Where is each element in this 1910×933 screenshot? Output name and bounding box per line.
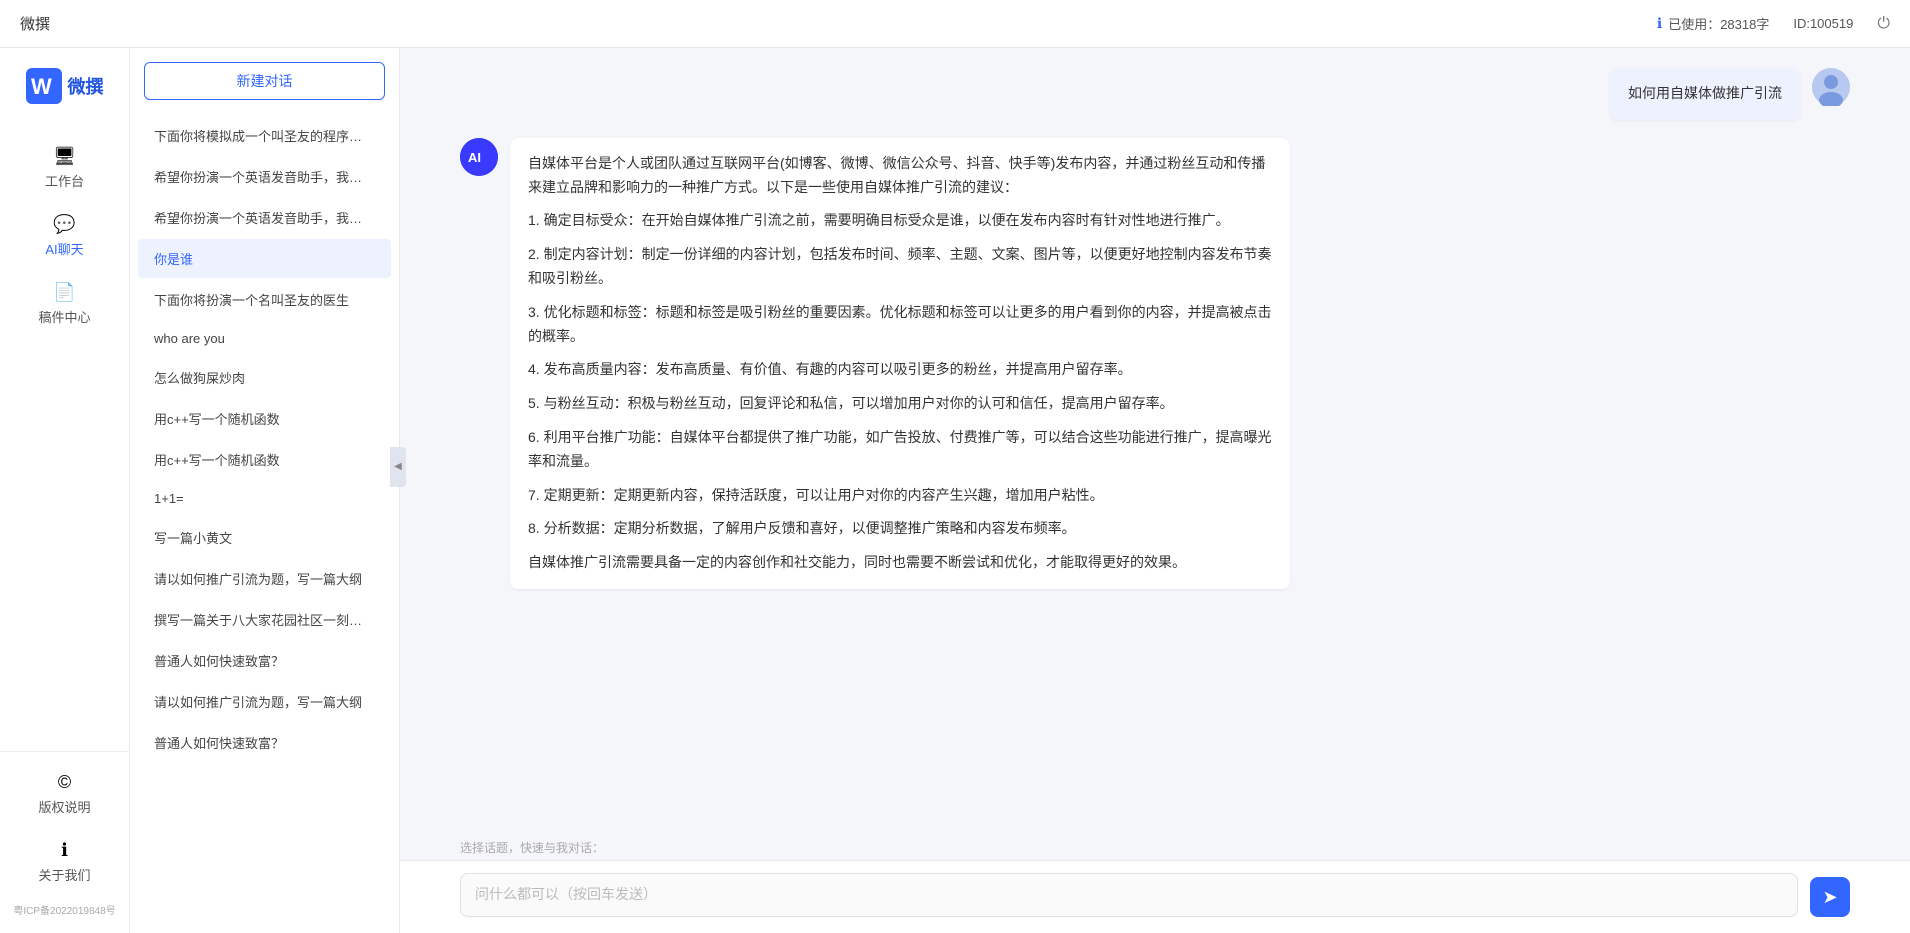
list-item[interactable]: 你是谁 [138, 239, 391, 278]
ai-para-5: 5. 与粉丝互动：积极与粉丝互动，回复评论和私信，可以增加用户对你的认可和信任，… [528, 392, 1272, 416]
nav-bottom: © 版权说明 ℹ 关于我们 粤ICP备2022019848号 [0, 751, 129, 923]
input-area: ➤ [400, 860, 1910, 933]
sidebar-item-about[interactable]: ℹ 关于我们 [0, 828, 129, 896]
list-item[interactable]: 1+1= [138, 481, 391, 516]
ai-para-3: 3. 优化标题和标签：标题和标签是吸引粉丝的重要因素。优化标题和标签可以让更多的… [528, 301, 1272, 349]
ai-message-content: 自媒体平台是个人或团队通过互联网平台(如博客、微博、微信公众号、抖音、快手等)发… [528, 152, 1272, 575]
ai-para-8: 8. 分析数据：定期分析数据，了解用户反馈和喜好，以便调整推广策略和内容发布频率… [528, 517, 1272, 541]
send-icon: ➤ [1822, 887, 1837, 908]
chat-input[interactable] [460, 873, 1798, 917]
topbar-usage: ℹ 已使用：28318字 [1657, 14, 1769, 33]
ai-message-bubble: 自媒体平台是个人或团队通过互联网平台(如博客、微博、微信公众号、抖音、快手等)发… [510, 138, 1290, 589]
conv-list: 下面你将模拟成一个叫圣友的程序员，我说... 希望你扮演一个英语发音助手，我提供… [130, 110, 399, 933]
new-conversation-button[interactable]: 新建对话 [144, 62, 385, 100]
copyright-label: 版权说明 [38, 797, 90, 816]
ai-chat-icon: 💬 [53, 214, 75, 235]
info-icon: ℹ [1657, 15, 1662, 32]
list-item[interactable]: 怎么做狗屎炒肉 [138, 358, 391, 397]
sidebar-item-workbench[interactable]: 🖥 工作台 [0, 134, 129, 202]
message-row-ai: AI 自媒体平台是个人或团队通过互联网平台(如博客、微博、微信公众号、抖音、快手… [460, 138, 1850, 589]
logo-text: 微撰 [68, 73, 104, 99]
user-avatar [1812, 68, 1850, 106]
about-label: 关于我们 [38, 865, 90, 884]
list-item[interactable]: 写一篇小黄文 [138, 518, 391, 557]
components-icon: 📄 [53, 282, 75, 303]
sidebar-collapse-button[interactable]: ◀ [390, 447, 406, 487]
list-item[interactable]: 请以如何推广引流为题，写一篇大纲 [138, 559, 391, 598]
sidebar-item-ai-chat[interactable]: 💬 AI聊天 [0, 202, 129, 270]
ai-para-9: 自媒体推广引流需要具备一定的内容创作和社交能力，同时也需要不断尝试和优化，才能取… [528, 551, 1272, 575]
ai-chat-label: AI聊天 [45, 239, 83, 258]
topbar: 微撰 ℹ 已使用：28318字 ID:100519 ⏻ [0, 0, 1910, 48]
list-item[interactable]: who are you [138, 321, 391, 356]
power-icon[interactable]: ⏻ [1877, 15, 1890, 33]
logo-icon: W [26, 68, 62, 104]
user-message-text: 如何用自媒体做推广引流 [1628, 85, 1782, 101]
conv-sidebar: 新建对话 下面你将模拟成一个叫圣友的程序员，我说... 希望你扮演一个英语发音助… [130, 48, 400, 933]
ai-para-4: 4. 发布高质量内容：发布高质量、有价值、有趣的内容可以吸引更多的粉丝，并提高用… [528, 358, 1272, 382]
main-layout: W 微撰 🖥 工作台 💬 AI聊天 📄 稿件中心 © 版权说明 [0, 48, 1910, 933]
topbar-title: 微撰 [20, 13, 50, 34]
list-item[interactable]: 下面你将模拟成一个叫圣友的程序员，我说... [138, 116, 391, 155]
left-nav: W 微撰 🖥 工作台 💬 AI聊天 📄 稿件中心 © 版权说明 [0, 48, 130, 933]
svg-text:W: W [31, 74, 52, 99]
list-item[interactable]: 希望你扮演一个英语发音助手，我提供给你... [138, 198, 391, 237]
ai-para-6: 6. 利用平台推广功能：自媒体平台都提供了推广功能，如广告投放、付费推广等，可以… [528, 426, 1272, 474]
ai-para-7: 7. 定期更新：定期更新内容，保持活跃度，可以让用户对你的内容产生兴趣，增加用户… [528, 484, 1272, 508]
user-message-bubble: 如何用自媒体做推广引流 [1610, 68, 1800, 120]
ai-avatar: AI [460, 138, 498, 176]
list-item[interactable]: 希望你扮演一个英语发音助手，我提供给你... [138, 157, 391, 196]
list-item[interactable]: 普通人如何快速致富？ [138, 723, 391, 762]
chat-messages: 如何用自媒体做推广引流 AI [400, 48, 1910, 831]
ai-para-1: 1. 确定目标受众：在开始自媒体推广引流之前，需要明确目标受众是谁，以便在发布内… [528, 209, 1272, 233]
ai-avatar-icon: AI [460, 138, 498, 176]
components-label: 稿件中心 [38, 307, 90, 326]
list-item[interactable]: 撰写一篇关于八大家花园社区一刻钟便民生... [138, 600, 391, 639]
list-item[interactable]: 下面你将扮演一个名叫圣友的医生 [138, 280, 391, 319]
workbench-icon: 🖥 [53, 146, 76, 167]
topbar-id: ID:100519 [1793, 16, 1853, 31]
message-row-user: 如何用自媒体做推广引流 [460, 68, 1850, 120]
workbench-label: 工作台 [45, 171, 84, 190]
usage-text: 已使用：28318字 [1668, 14, 1769, 33]
topbar-right: ℹ 已使用：28318字 ID:100519 ⏻ [1657, 14, 1890, 33]
sidebar-item-copyright[interactable]: © 版权说明 [0, 760, 129, 828]
nav-items: 🖥 工作台 💬 AI聊天 📄 稿件中心 [0, 134, 129, 751]
svg-text:AI: AI [468, 150, 481, 165]
icp-text: 粤ICP备2022019848号 [0, 896, 129, 923]
user-avatar-icon [1812, 68, 1850, 106]
list-item[interactable]: 普通人如何快速致富？ [138, 641, 391, 680]
ai-para-2: 2. 制定内容计划：制定一份详细的内容计划，包括发布时间、频率、主题、文案、图片… [528, 243, 1272, 291]
chat-area: 如何用自媒体做推广引流 AI [400, 48, 1910, 933]
list-item[interactable]: 用c++写一个随机函数 [138, 440, 391, 479]
quick-select-label: 选择话题，快速与我对话： [460, 841, 604, 855]
sidebar-item-components[interactable]: 📄 稿件中心 [0, 270, 129, 338]
list-item[interactable]: 用c++写一个随机函数 [138, 399, 391, 438]
logo-area: W 微撰 [26, 68, 104, 104]
list-item[interactable]: 请以如何推广引流为题，写一篇大纲 [138, 682, 391, 721]
quick-select-bar: 选择话题，快速与我对话： [400, 831, 1910, 860]
copyright-icon: © [58, 772, 71, 793]
ai-para-0: 自媒体平台是个人或团队通过互联网平台(如博客、微博、微信公众号、抖音、快手等)发… [528, 152, 1272, 200]
about-icon: ℹ [61, 840, 68, 861]
send-button[interactable]: ➤ [1810, 877, 1850, 917]
